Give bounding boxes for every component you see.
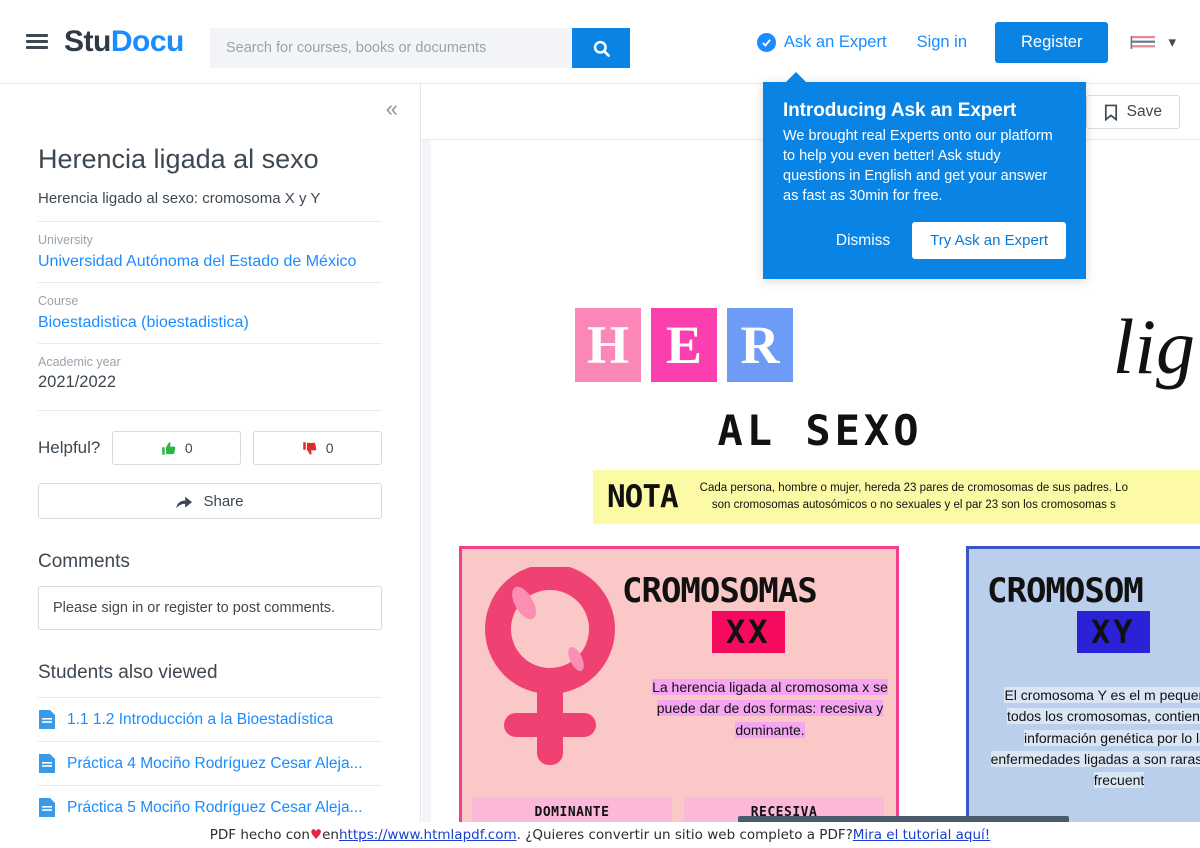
nota-label: NOTA [607, 479, 679, 515]
check-circle-icon [756, 32, 776, 52]
xy-paragraph-text: El cromosoma Y es el m pequeño de todos … [990, 687, 1200, 789]
heading-letter-blocks: H E R [575, 308, 793, 382]
heading-letter-e: E [651, 308, 717, 382]
document-subtitle: Herencia ligado al sexo: cromosoma X y Y [38, 189, 321, 207]
xx-badge: XX [712, 611, 785, 653]
sign-in-link[interactable]: Sign in [917, 33, 967, 52]
meta-course: Course Bioestadistica (bioestadistica) [38, 281, 382, 343]
chevron-down-icon: ▾ [1168, 34, 1176, 51]
double-chevron-left-icon[interactable]: « [386, 98, 398, 120]
ask-an-expert-link[interactable]: Ask an Expert [756, 32, 887, 52]
heart-icon: ♥ [310, 827, 323, 843]
site-header: StuDocu Ask an Expert Sign in Register [0, 0, 1200, 84]
tutorial-link[interactable]: Mira el tutorial aquí! [853, 827, 990, 843]
academic-year-value: 2021/2022 [38, 373, 116, 392]
tooltip-body: We brought real Experts onto our platfor… [783, 128, 1053, 204]
header-nav: Ask an Expert Sign in Register ▾ [756, 0, 1182, 84]
heading-line-2: AL SEXO [717, 406, 923, 455]
script-word-lig: lig [1112, 303, 1195, 390]
hamburger-icon[interactable] [26, 31, 48, 52]
meta-academic-year: Academic year 2021/2022 [38, 342, 382, 405]
page-title: Herencia ligada al sexo [38, 144, 319, 174]
search-input[interactable] [210, 28, 572, 68]
search-icon [593, 40, 610, 57]
nota-line-1: Cada persona, hombre o mujer, hereda 23 … [699, 481, 1128, 494]
list-item-label: Práctica 4 Mociño Rodríguez Cesar Aleja.… [67, 754, 363, 772]
dominante-title: DOMINANTE [534, 805, 610, 820]
document-icon [39, 710, 55, 730]
thumbs-up-icon [162, 442, 176, 455]
dismiss-button[interactable]: Dismiss [836, 232, 890, 250]
students-also-viewed-heading: Students also viewed [38, 662, 218, 684]
meta-university: University Universidad Autónoma del Esta… [38, 220, 382, 282]
document-info-sidebar: « Herencia ligada al sexo Herencia ligad… [0, 84, 421, 848]
document-icon [39, 754, 55, 774]
venus-symbol-icon [485, 567, 615, 765]
footer-text-2: en [322, 827, 339, 843]
try-ask-an-expert-button[interactable]: Try Ask an Expert [912, 222, 1066, 259]
search-bar [210, 28, 630, 68]
list-item[interactable]: Práctica 4 Mociño Rodríguez Cesar Aleja.… [38, 741, 382, 785]
pdf-watermark-footer: PDF hecho con ♥ en https://www.htmlapdf.… [0, 822, 1200, 848]
comments-heading: Comments [38, 551, 130, 573]
register-button[interactable]: Register [995, 21, 1109, 63]
list-item[interactable]: 1.1 1.2 Introducción a la Bioestadística [38, 697, 382, 741]
comment-signin-notice[interactable]: Please sign in or register to post comme… [38, 586, 382, 631]
course-link[interactable]: Bioestadistica (bioestadistica) [38, 311, 382, 334]
ask-an-expert-tooltip: Introducing Ask an Expert We brought rea… [763, 72, 1086, 279]
xx-card-title: CROMOSOMAS [622, 571, 818, 611]
xy-badge: XY [1077, 611, 1150, 653]
nota-body: Cada persona, hombre o mujer, hereda 23 … [700, 480, 1128, 515]
meta-label-university: University [38, 232, 93, 247]
document-icon [39, 798, 55, 818]
search-button[interactable] [572, 28, 630, 68]
xy-paragraph: El cromosoma Y es el m pequeño de todos … [989, 685, 1200, 791]
studocu-logo[interactable]: StuDocu [64, 25, 184, 59]
nota-callout: NOTA Cada persona, hombre o mujer, hered… [593, 470, 1200, 524]
tooltip-title: Introducing Ask an Expert [783, 100, 1017, 121]
share-button[interactable]: Share [38, 483, 382, 520]
downvote-count: 0 [325, 440, 334, 457]
upvote-count: 0 [184, 440, 193, 457]
chromosome-xy-card: CROMOSOM XY El cromosoma Y es el m peque… [966, 546, 1200, 848]
downvote-button[interactable]: 0 [253, 431, 382, 466]
students-also-viewed-list: 1.1 1.2 Introducción a la Bioestadística… [38, 697, 382, 829]
meta-label-course: Course [38, 293, 79, 308]
meta-label-academic-year: Academic year [38, 354, 121, 369]
helpful-section: Helpful? 0 0 [38, 410, 382, 466]
heading-letter-h: H [575, 308, 641, 382]
bookmark-icon [1104, 104, 1117, 121]
app-root: StuDocu Ask an Expert Sign in Register [0, 0, 1200, 848]
university-link[interactable]: Universidad Autónoma del Estado de Méxic… [38, 250, 382, 273]
save-label: Save [1126, 103, 1162, 120]
helpful-label: Helpful? [38, 438, 101, 458]
ask-an-expert-label: Ask an Expert [783, 32, 887, 51]
upvote-button[interactable]: 0 [112, 431, 242, 466]
logo-stu-text: Stu [64, 24, 111, 58]
thumbs-down-icon [302, 442, 316, 455]
heading-letter-r: R [727, 308, 793, 382]
list-item-label: 1.1 1.2 Introducción a la Bioestadística [67, 710, 334, 728]
flag-icon [1130, 34, 1156, 51]
language-selector[interactable]: ▾ [1130, 33, 1176, 51]
share-label: Share [203, 492, 244, 510]
htmlapdf-link[interactable]: https://www.htmlapdf.com [339, 827, 517, 843]
chromosome-xx-card: CROMOSOMAS XX La herencia ligada al crom… [459, 546, 899, 848]
footer-text-1: PDF hecho con [209, 827, 310, 843]
save-button[interactable]: Save [1085, 95, 1180, 129]
list-item-label: Práctica 5 Mociño Rodríguez Cesar Aleja.… [67, 798, 363, 816]
xx-paragraph-text: La herencia ligada al cromosoma x se pue… [652, 679, 888, 738]
xy-card-title: CROMOSOM [987, 571, 1144, 611]
nota-line-2: son cromosomas autosómicos o no sexuales… [711, 499, 1116, 511]
share-arrow-icon [176, 496, 193, 509]
footer-text-3: . ¿Quieres convertir un sitio web comple… [516, 827, 853, 843]
tooltip-actions: Dismiss Try Ask an Expert [783, 222, 1066, 259]
logo-docu-text: Docu [110, 24, 185, 58]
xx-paragraph: La herencia ligada al cromosoma x se pue… [650, 677, 890, 741]
